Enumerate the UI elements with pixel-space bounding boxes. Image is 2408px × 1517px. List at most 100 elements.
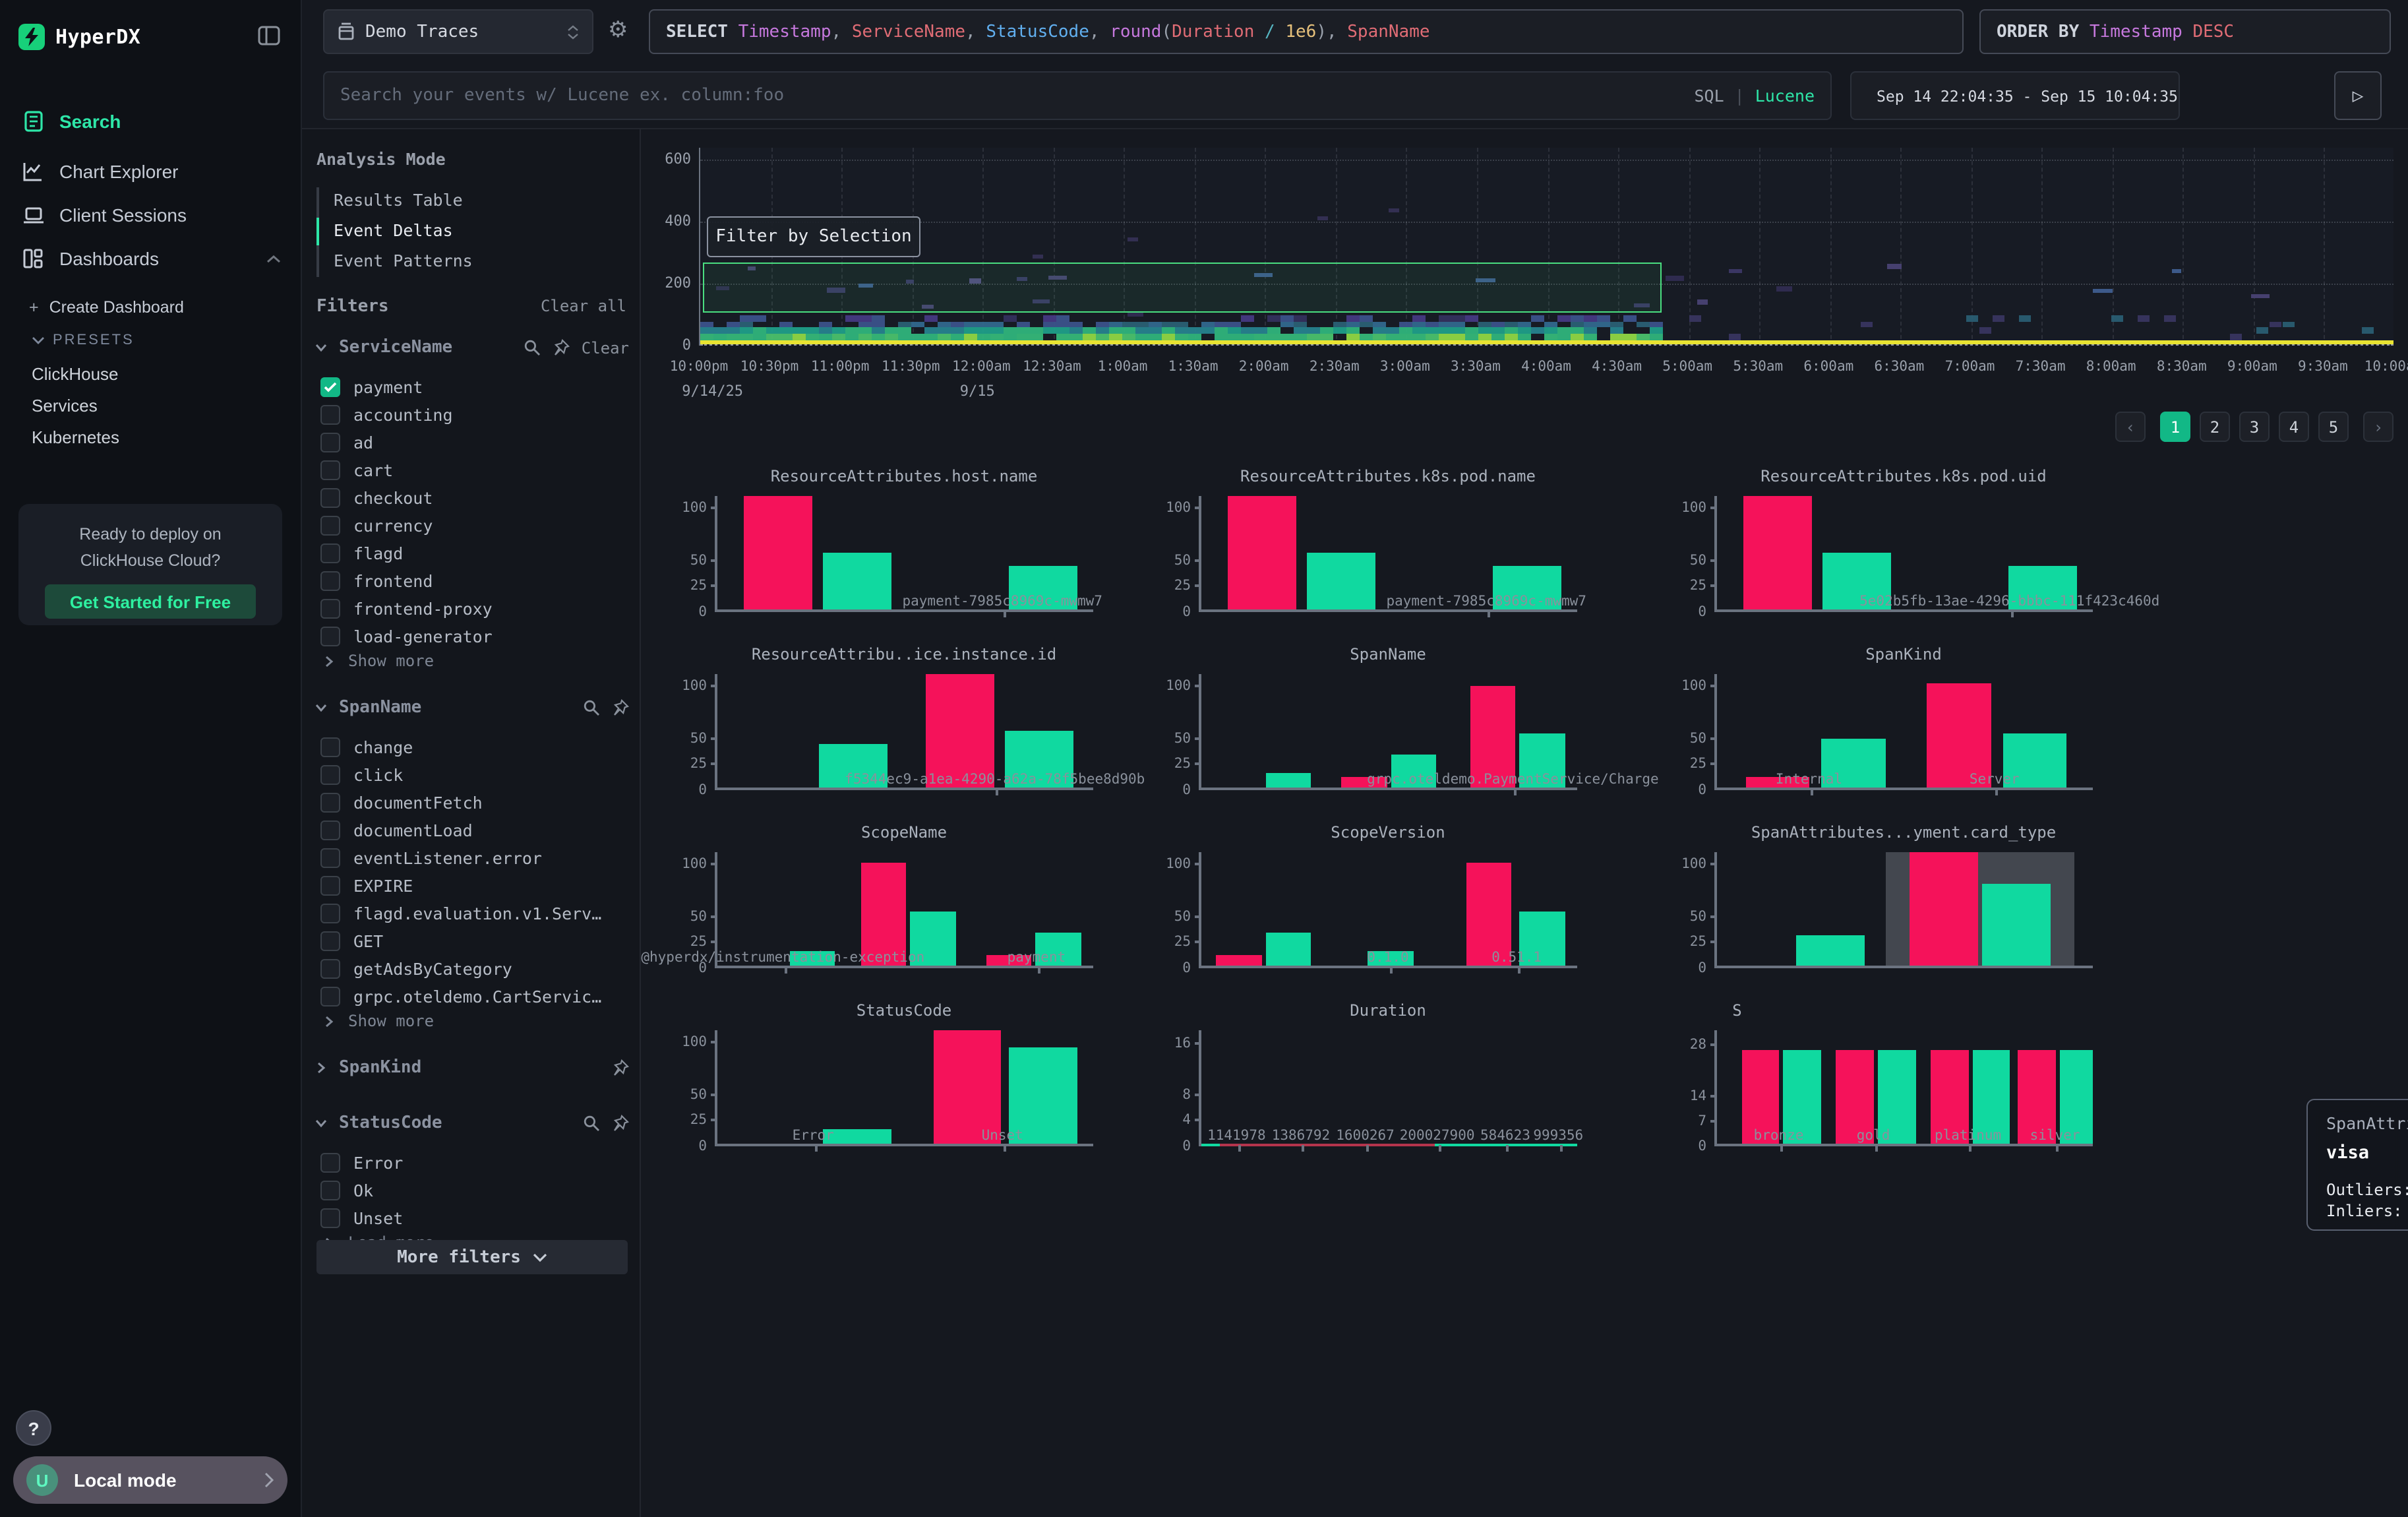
sidebar-collapse-icon[interactable] <box>257 24 284 50</box>
outliers-bar[interactable] <box>1217 955 1262 966</box>
lang-lucene-button[interactable]: Lucene <box>1755 86 1815 106</box>
get-started-button[interactable]: Get Started for Free <box>45 584 256 619</box>
pagination-next-button[interactable]: › <box>2363 412 2393 442</box>
sidebar-item-clickhouse[interactable]: ClickHouse <box>0 364 302 384</box>
checkbox[interactable] <box>320 432 340 452</box>
checkbox[interactable] <box>320 820 340 840</box>
filter-option-load-generator[interactable]: load-generator <box>320 624 630 648</box>
inliers-bar[interactable] <box>824 553 891 609</box>
checkbox[interactable] <box>320 1180 340 1200</box>
filter-by-selection-button[interactable]: Filter by Selection <box>707 216 920 257</box>
lang-sql-button[interactable]: SQL <box>1694 86 1724 106</box>
filter-option-ad[interactable]: ad <box>320 430 630 454</box>
sidebar-item-client-sessions[interactable]: Client Sessions <box>0 197 302 233</box>
filter-option-getadsbycategory[interactable]: getAdsByCategory <box>320 956 630 980</box>
filter-option-documentload[interactable]: documentLoad <box>320 818 630 842</box>
mini-chart-6[interactable]: ScopeName10050250@hyperdx/instrumentatio… <box>675 823 1097 995</box>
more-filters-button[interactable]: More filters <box>316 1240 628 1274</box>
mini-chart-3[interactable]: ResourceAttribu..ice.instance.id10050250… <box>675 645 1097 817</box>
pin-icon[interactable] <box>612 699 629 716</box>
filter-group-header-spankind[interactable]: SpanKind <box>313 1058 629 1078</box>
checkbox[interactable] <box>320 875 340 895</box>
filter-option-currency[interactable]: currency <box>320 513 630 537</box>
filter-option-eventlistener-error[interactable]: eventListener.error <box>320 846 630 869</box>
order-by-input[interactable]: ORDER BY Timestamp DESC <box>1979 9 2391 54</box>
pin-icon[interactable] <box>612 1059 629 1076</box>
mini-chart-2[interactable]: ResourceAttributes.k8s.pod.uid100502505e… <box>1675 467 2097 638</box>
filter-option-flagd[interactable]: flagd <box>320 541 630 565</box>
sidebar-item-dashboards[interactable]: Dashboards <box>0 240 302 277</box>
mini-chart-4[interactable]: SpanName10050250grpc.oteldemo.PaymentSer… <box>1159 645 1581 817</box>
outliers-bar[interactable] <box>744 496 812 609</box>
pagination-page-2[interactable]: 2 <box>2200 412 2230 442</box>
inliers-bar[interactable] <box>1266 933 1311 966</box>
checkbox[interactable] <box>320 543 340 563</box>
inliers-bar[interactable] <box>1797 935 1865 966</box>
pagination-prev-button[interactable]: ‹ <box>2115 412 2146 442</box>
mini-chart-11[interactable]: S281470bronzegoldplatinumsilver <box>1675 1001 2097 1173</box>
pagination-page-3[interactable]: 3 <box>2239 412 2270 442</box>
filter-option-click[interactable]: click <box>320 762 630 786</box>
checkbox[interactable] <box>320 737 340 757</box>
checkbox[interactable] <box>320 460 340 480</box>
pagination-page-4[interactable]: 4 <box>2279 412 2309 442</box>
mini-chart-5[interactable]: SpanKind10050250InternalServer <box>1675 645 2097 817</box>
filter-option-frontend[interactable]: frontend <box>320 569 630 592</box>
outliers-bar[interactable] <box>1228 496 1296 609</box>
mini-chart-8[interactable]: SpanAttributes...yment.card_type10050250 <box>1675 823 2097 995</box>
search-input[interactable] <box>340 86 1694 106</box>
clear-group-button[interactable]: Clear <box>582 338 629 357</box>
show-more-button[interactable]: Show more <box>320 1012 434 1030</box>
mini-chart-7[interactable]: ScopeVersion100502500.1.00.51.1 <box>1159 823 1581 995</box>
outliers-bar[interactable] <box>926 674 994 788</box>
analysis-mode-option[interactable]: Event Patterns <box>334 251 473 277</box>
checkbox[interactable] <box>320 1208 340 1227</box>
heatmap-selection-box[interactable] <box>702 262 1662 313</box>
analysis-mode-option[interactable]: Results Table <box>334 190 463 216</box>
checkbox[interactable] <box>320 487 340 507</box>
mini-chart-0[interactable]: ResourceAttributes.host.name10050250paym… <box>675 467 1097 638</box>
checkbox[interactable] <box>320 626 340 646</box>
outliers-bar[interactable] <box>1743 496 1811 609</box>
sql-select-input[interactable]: SELECT Timestamp, ServiceName, StatusCod… <box>649 9 1964 54</box>
outliers-bar[interactable] <box>1910 852 1978 966</box>
local-mode-button[interactable]: U Local mode <box>13 1456 287 1504</box>
sidebar-item-search[interactable]: Search <box>0 103 302 140</box>
filter-option-frontend-proxy[interactable]: frontend-proxy <box>320 596 630 620</box>
date-range-picker[interactable]: Sep 14 22:04:35 - Sep 15 10:04:35 <box>1850 71 2180 120</box>
checkbox[interactable] <box>320 792 340 812</box>
gear-icon[interactable]: ⚙ <box>608 17 628 44</box>
show-more-button[interactable]: Show more <box>320 652 434 670</box>
checkbox[interactable] <box>320 903 340 923</box>
filter-group-header-statuscode[interactable]: StatusCode <box>313 1113 629 1133</box>
checkbox[interactable] <box>320 515 340 535</box>
filter-option-payment[interactable]: payment <box>320 375 630 398</box>
filter-option-expire[interactable]: EXPIRE <box>320 873 630 897</box>
clear-all-button[interactable]: Clear all <box>541 297 626 317</box>
checkbox[interactable] <box>320 986 340 1006</box>
create-dashboard-button[interactable]: +Create Dashboard <box>0 298 302 317</box>
filter-option-ok[interactable]: Ok <box>320 1178 630 1202</box>
run-query-button[interactable]: ▷ <box>2334 71 2382 120</box>
inliers-bar[interactable] <box>1982 884 2050 966</box>
filter-option-checkout[interactable]: checkout <box>320 485 630 509</box>
filter-option-flagd-evaluation-v1-serv-[interactable]: flagd.evaluation.v1.Serv… <box>320 901 630 925</box>
filter-option-accounting[interactable]: accounting <box>320 402 630 426</box>
sidebar-item-services[interactable]: Services <box>0 396 302 416</box>
checkbox[interactable] <box>320 848 340 867</box>
filter-group-header-servicename[interactable]: ServiceNameClear <box>313 338 629 357</box>
checkbox[interactable] <box>320 958 340 978</box>
checkbox[interactable] <box>320 571 340 590</box>
filter-option-unset[interactable]: Unset <box>320 1206 630 1229</box>
analysis-mode-option[interactable]: Event Deltas <box>334 220 453 247</box>
sidebar-item-chart-explorer[interactable]: Chart Explorer <box>0 153 302 190</box>
mini-chart-1[interactable]: ResourceAttributes.k8s.pod.name10050250p… <box>1159 467 1581 638</box>
inliers-bar[interactable] <box>1266 773 1311 788</box>
checkbox[interactable] <box>320 1152 340 1172</box>
pin-icon[interactable] <box>612 1115 629 1132</box>
mini-chart-10[interactable]: Duration16840114197813867921600267200027… <box>1159 1001 1581 1173</box>
pagination-page-5[interactable]: 5 <box>2318 412 2349 442</box>
filter-option-cart[interactable]: cart <box>320 458 630 481</box>
search-icon[interactable] <box>524 339 541 356</box>
inliers-bar[interactable] <box>1308 553 1375 609</box>
